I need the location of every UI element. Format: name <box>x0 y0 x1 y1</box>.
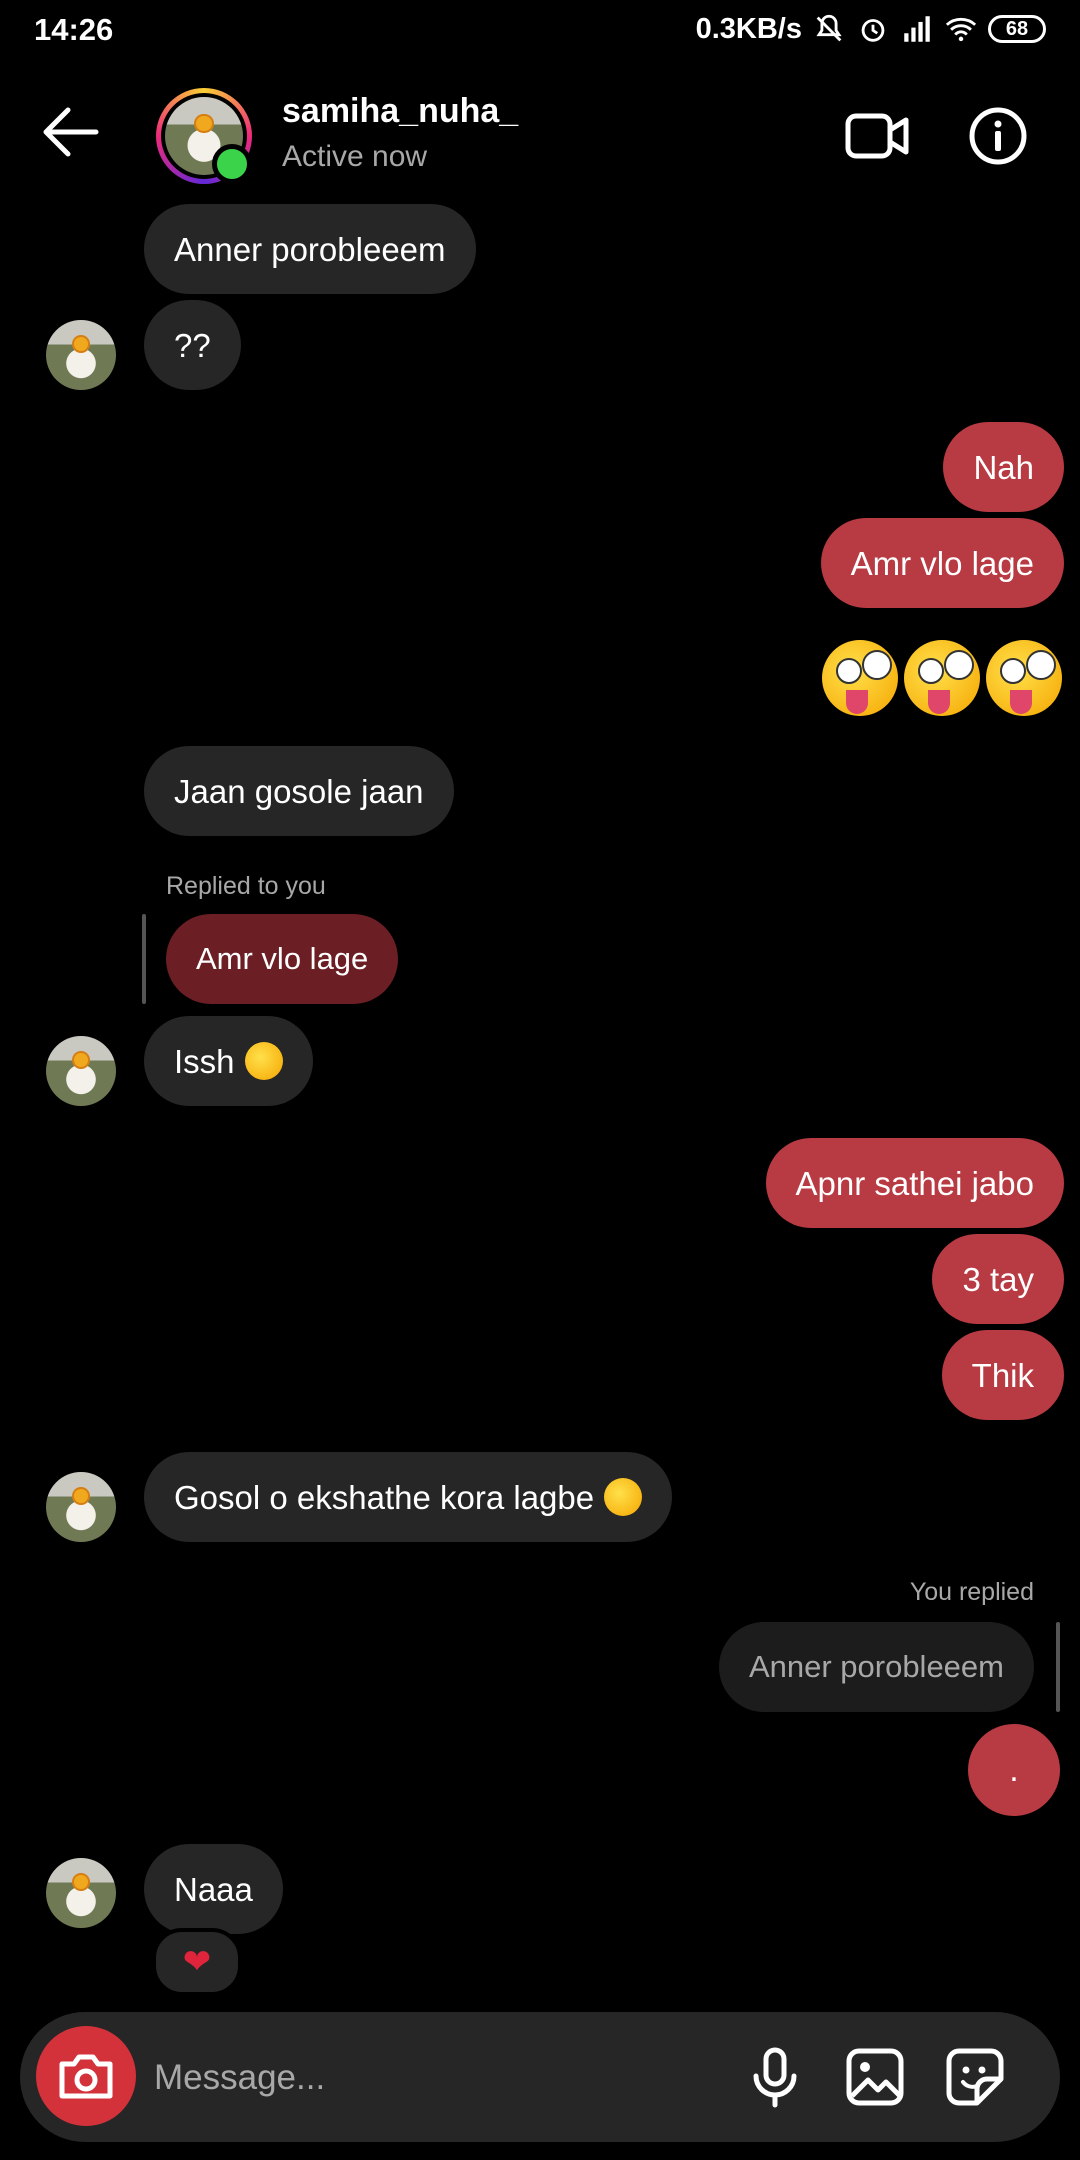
reply-indicator-bar <box>142 914 146 1004</box>
message-outgoing[interactable]: Apnr sathei jabo <box>765 1138 1064 1228</box>
gallery-icon[interactable] <box>844 2046 906 2108</box>
network-speed: 0.3KB/s <box>695 12 802 45</box>
unamused-face-emoji-icon <box>244 1042 283 1080</box>
message-outgoing[interactable]: Nah <box>943 422 1064 512</box>
online-indicator <box>212 144 252 184</box>
active-status: Active now <box>282 140 428 173</box>
heart-reaction[interactable]: ❤ <box>152 1928 242 1996</box>
emoji-message[interactable] <box>822 640 1062 716</box>
camera-button[interactable] <box>36 2026 136 2126</box>
message-composer <box>20 2012 1060 2142</box>
reply-indicator-bar <box>1056 1622 1060 1712</box>
alarm-icon <box>861 19 885 42</box>
chat-header: samiha_nuha_ Active now <box>0 62 1080 212</box>
message-outgoing[interactable]: . <box>968 1724 1060 1816</box>
info-icon[interactable] <box>968 106 1028 166</box>
sender-avatar[interactable] <box>46 320 116 390</box>
sticker-icon[interactable] <box>944 2046 1006 2108</box>
message-incoming[interactable]: Naaa <box>144 1844 283 1934</box>
message-input[interactable] <box>152 2042 716 2114</box>
wifi-icon <box>945 17 977 42</box>
status-time: 14:26 <box>34 12 114 47</box>
message-outgoing[interactable]: 3 tay <box>932 1234 1064 1324</box>
you-replied-label: You replied <box>909 1578 1034 1606</box>
reply-quote[interactable]: Amr vlo lage <box>166 914 399 1004</box>
message-outgoing[interactable]: Amr vlo lage <box>820 518 1064 608</box>
camera-icon <box>59 2054 113 2099</box>
zany-face-emoji-icon <box>822 640 898 716</box>
message-incoming[interactable]: Gosol o ekshathe kora lagbe <box>144 1452 673 1542</box>
zany-face-emoji-icon <box>986 640 1062 716</box>
signal-icon <box>904 16 930 42</box>
message-incoming[interactable]: Anner porobleeem <box>144 204 476 294</box>
message-incoming[interactable]: ?? <box>144 300 241 390</box>
status-bar: 14:26 0.3KB/s 68 <box>0 0 1080 62</box>
microphone-icon[interactable] <box>744 2046 806 2108</box>
back-arrow-icon[interactable] <box>38 104 102 160</box>
battery-icon: 68 <box>988 15 1046 43</box>
sender-avatar[interactable] <box>46 1036 116 1106</box>
message-text: Gosol o ekshathe kora lagbe <box>174 1478 595 1516</box>
message-incoming[interactable]: Jaan gosole jaan <box>144 746 454 836</box>
sender-avatar[interactable] <box>46 1472 116 1542</box>
username[interactable]: samiha_nuha_ <box>282 92 518 131</box>
bell-muted-icon <box>816 14 842 42</box>
video-call-icon[interactable] <box>844 108 910 164</box>
status-icons: 0.3KB/s 68 <box>696 12 1046 46</box>
reply-quote[interactable]: Anner porobleeem <box>718 1622 1034 1712</box>
message-incoming[interactable]: Issh <box>144 1016 313 1106</box>
sender-avatar[interactable] <box>46 1858 116 1928</box>
face-with-mask-emoji-icon <box>604 1478 643 1516</box>
message-text: Issh <box>174 1042 235 1080</box>
replied-to-you-label: Replied to you <box>166 872 326 900</box>
message-outgoing[interactable]: Thik <box>941 1330 1064 1420</box>
zany-face-emoji-icon <box>904 640 980 716</box>
